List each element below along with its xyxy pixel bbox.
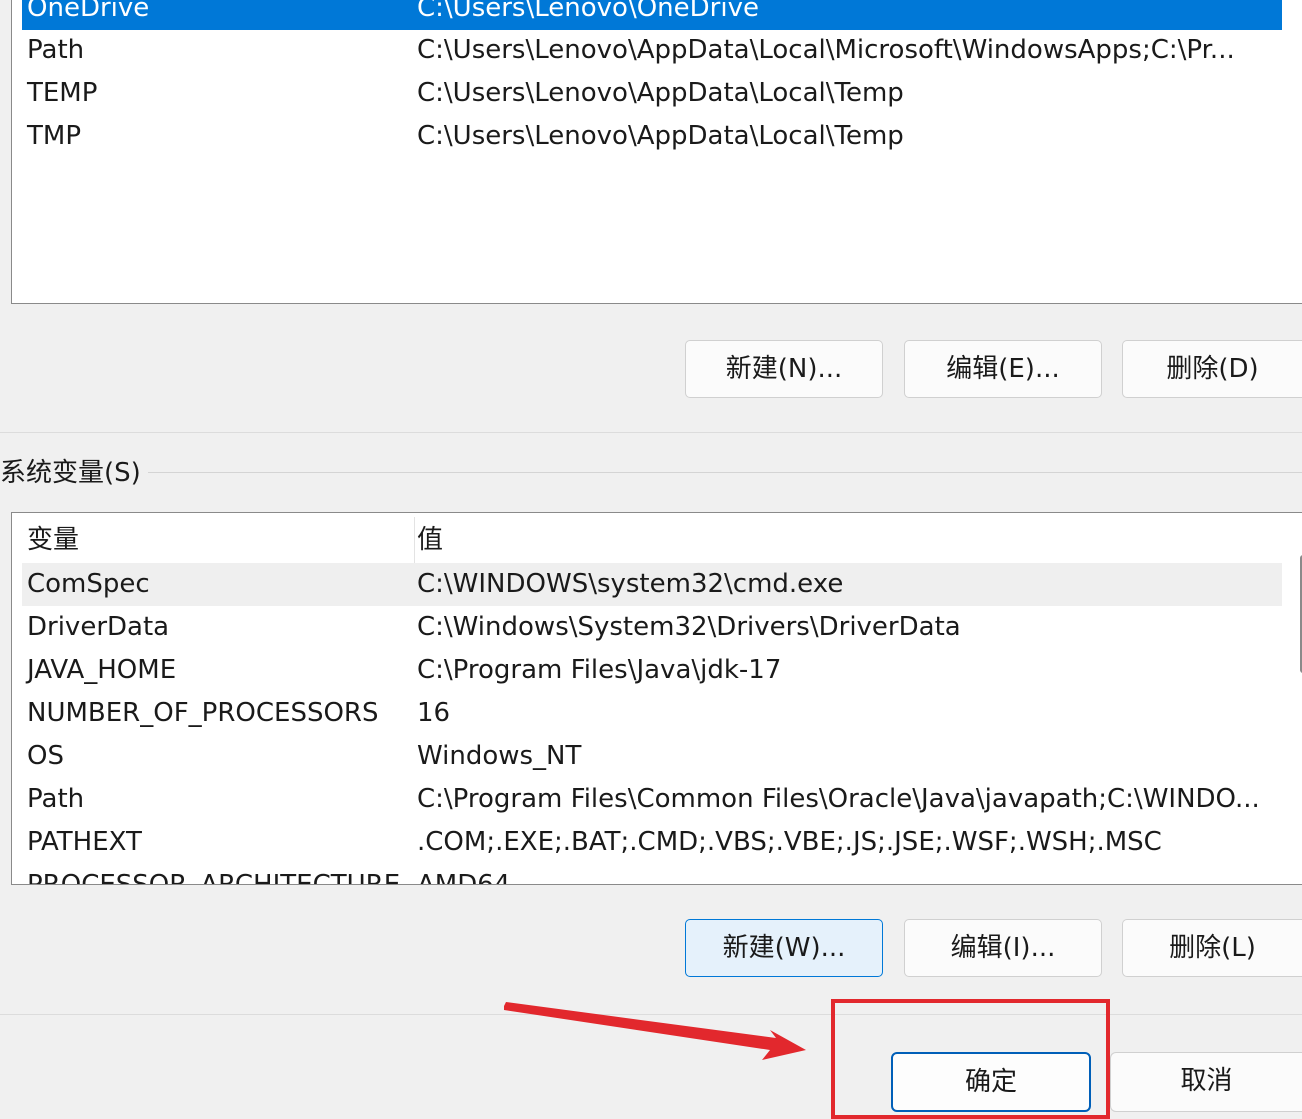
sys-var-value: Windows_NT (417, 741, 582, 771)
sys-var-name: Path (27, 784, 85, 814)
sys-var-row-path[interactable]: Path C:\Program Files\Common Files\Oracl… (22, 778, 1282, 821)
user-var-value: C:\Users\Lenovo\OneDrive (417, 0, 759, 23)
vertical-scrollbar[interactable] (1288, 513, 1302, 884)
user-var-row-temp[interactable]: TEMP C:\Users\Lenovo\AppData\Local\Temp (22, 72, 1282, 115)
sys-var-row-processor-architecture[interactable]: PROCESSOR_ARCHITECTURE AMD64 (22, 864, 1282, 885)
sys-var-row-pathext[interactable]: PATHEXT .COM;.EXE;.BAT;.CMD;.VBS;.VBE;.J… (22, 821, 1282, 864)
sys-var-row-driverdata[interactable]: DriverData C:\Windows\System32\Drivers\D… (22, 606, 1282, 649)
sys-var-name: PROCESSOR_ARCHITECTURE (27, 870, 401, 885)
cancel-button[interactable]: 取消 (1110, 1052, 1302, 1112)
sys-var-row-os[interactable]: OS Windows_NT (22, 735, 1282, 778)
sys-var-row-java-home[interactable]: JAVA_HOME C:\Program Files\Java\jdk-17 (22, 649, 1282, 692)
sys-var-name: DriverData (27, 612, 170, 642)
sys-var-name: JAVA_HOME (27, 655, 177, 685)
user-var-row-tmp[interactable]: TMP C:\Users\Lenovo\AppData\Local\Temp (22, 115, 1282, 158)
section-separator (0, 432, 1302, 433)
system-delete-button[interactable]: 删除(L) (1122, 919, 1302, 977)
sys-var-value: C:\Program Files\Java\jdk-17 (417, 655, 782, 685)
sys-var-row-number-of-processors[interactable]: NUMBER_OF_PROCESSORS 16 (22, 692, 1282, 735)
sys-var-name: NUMBER_OF_PROCESSORS (27, 698, 379, 728)
user-delete-button[interactable]: 删除(D) (1122, 340, 1302, 398)
user-edit-button[interactable]: 编辑(E)... (904, 340, 1102, 398)
system-variables-group-title: 系统变量(S) (0, 455, 145, 491)
column-header-value[interactable]: 值 (417, 517, 443, 563)
sys-var-value: 16 (417, 698, 451, 728)
user-var-name: TMP (27, 121, 81, 151)
user-new-button[interactable]: 新建(N)... (685, 340, 883, 398)
sys-var-value: C:\WINDOWS\system32\cmd.exe (417, 569, 844, 599)
annotation-arrow-icon (504, 1002, 806, 1060)
user-var-value: C:\Users\Lenovo\AppData\Local\Temp (417, 78, 904, 108)
sys-var-value: C:\Windows\System32\Drivers\DriverData (417, 612, 961, 642)
sys-var-name: PATHEXT (27, 827, 142, 857)
user-var-row-onedrive[interactable]: OneDrive C:\Users\Lenovo\OneDrive (22, 0, 1282, 30)
user-variables-list[interactable]: OneDrive C:\Users\Lenovo\OneDrive Path C… (11, 0, 1302, 304)
list-header: 变量 值 (22, 517, 1282, 565)
column-header-variable[interactable]: 变量 (27, 517, 79, 563)
user-var-name: OneDrive (27, 0, 150, 23)
sys-var-name: ComSpec (27, 569, 150, 599)
sys-var-row-comspec[interactable]: ComSpec C:\WINDOWS\system32\cmd.exe (22, 563, 1282, 606)
system-variables-list[interactable]: 变量 值 ComSpec C:\WINDOWS\system32\cmd.exe… (11, 512, 1302, 885)
user-var-name: Path (27, 35, 85, 65)
user-var-value: C:\Users\Lenovo\AppData\Local\Microsoft\… (417, 35, 1235, 65)
user-var-value: C:\Users\Lenovo\AppData\Local\Temp (417, 121, 904, 151)
sys-var-value: AMD64 (417, 870, 511, 885)
sys-var-value: C:\Program Files\Common Files\Oracle\Jav… (417, 784, 1260, 814)
sys-var-name: OS (27, 741, 64, 771)
sys-var-value: .COM;.EXE;.BAT;.CMD;.VBS;.VBE;.JS;.JSE;.… (417, 827, 1162, 857)
annotation-highlight-box (831, 999, 1110, 1119)
user-var-row-path[interactable]: Path C:\Users\Lenovo\AppData\Local\Micro… (22, 29, 1282, 72)
system-edit-button[interactable]: 编辑(I)... (904, 919, 1102, 977)
user-var-name: TEMP (27, 78, 98, 108)
group-box-line (148, 472, 1302, 473)
system-new-button[interactable]: 新建(W)... (685, 919, 883, 977)
column-divider[interactable] (414, 517, 415, 565)
